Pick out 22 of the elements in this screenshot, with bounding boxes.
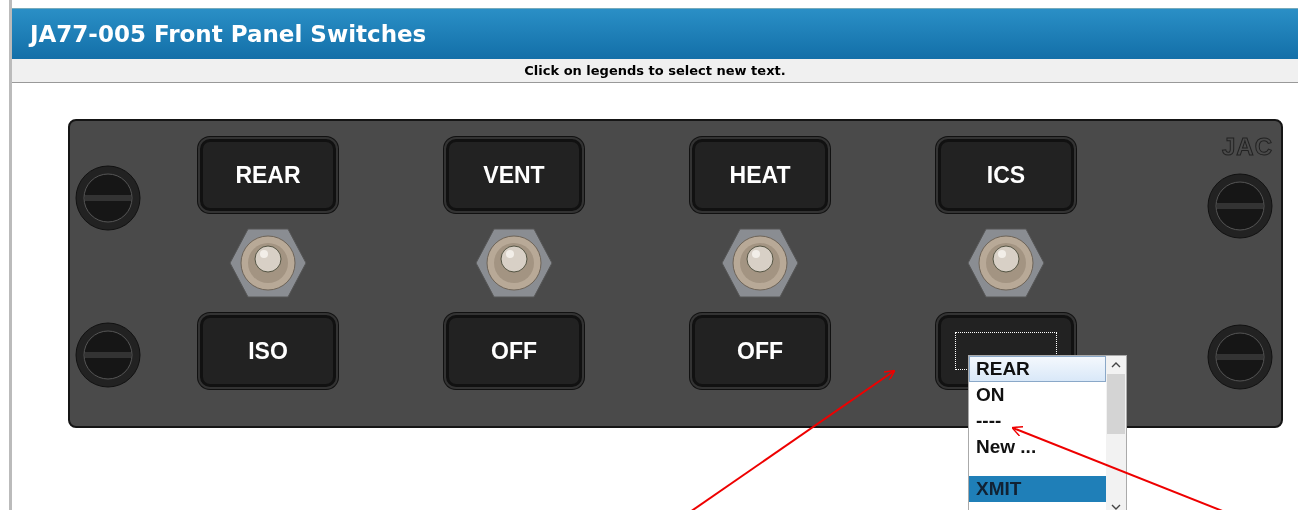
screw-icon (1207, 324, 1273, 390)
list-option[interactable]: ---- (969, 408, 1106, 434)
legend-button[interactable]: OFF (446, 315, 582, 387)
window-title: JA77-005 Front Panel Switches (30, 21, 427, 47)
scroll-down-icon[interactable] (1111, 504, 1121, 510)
legend-button[interactable]: VENT (446, 139, 582, 211)
instruction-text: Click on legends to select new text. (524, 63, 786, 78)
legend-button[interactable]: REAR (200, 139, 336, 211)
legend-button[interactable]: ICS (938, 139, 1074, 211)
scrollbar[interactable] (1106, 356, 1126, 510)
scrollbar-thumb[interactable] (1107, 374, 1125, 434)
list-option[interactable]: XMIT (969, 476, 1106, 502)
list-option[interactable]: REAR (969, 356, 1106, 382)
list-option[interactable]: New ... (969, 434, 1106, 460)
scroll-up-icon[interactable] (1111, 362, 1121, 368)
list-option[interactable]: ON (969, 382, 1106, 408)
legend-button[interactable]: HEAT (692, 139, 828, 211)
legend-button[interactable]: OFF (692, 315, 828, 387)
screw-icon (1207, 173, 1273, 239)
screw-icon (74, 165, 141, 231)
legend-button[interactable]: ISO (200, 315, 336, 387)
screw-icon (74, 322, 141, 388)
